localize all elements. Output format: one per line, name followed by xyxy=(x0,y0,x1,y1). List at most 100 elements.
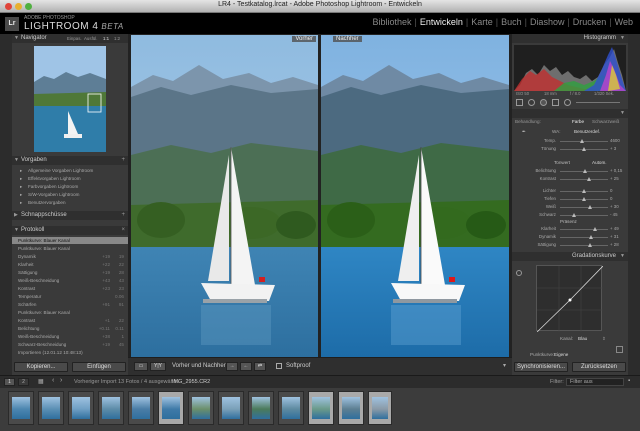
slider-knob[interactable] xyxy=(579,139,584,143)
history-header[interactable]: ▼ Protokoll × xyxy=(12,226,128,235)
slider-knob[interactable] xyxy=(586,177,591,181)
history-row[interactable]: Klarheit +22 22 xyxy=(12,261,128,268)
tone-curve-header[interactable]: Gradationskurve ▼ xyxy=(512,252,628,261)
channel-dropdown-icon[interactable]: ⇕ xyxy=(602,336,606,342)
basic-header[interactable]: ▼ xyxy=(512,109,628,118)
slider-knob[interactable] xyxy=(582,169,587,173)
slider-knob[interactable] xyxy=(582,197,586,201)
filmstrip-thumbnail[interactable] xyxy=(308,391,334,425)
before-photo[interactable]: Vorher xyxy=(131,35,318,357)
toolbar-menu-icon[interactable]: ▾ xyxy=(503,362,506,369)
page-1-button[interactable]: 1 xyxy=(4,378,15,386)
paste-settings-button[interactable]: Einfügen xyxy=(72,362,126,372)
snapshots-header[interactable]: ▶ Schnappschüsse + xyxy=(12,211,128,220)
history-row[interactable]: Punktkurve: Blauer Kanal xyxy=(12,245,128,252)
history-row[interactable]: Importieren (12.01.12 10:48:13) xyxy=(12,349,128,356)
navigator-header[interactable]: ▼ Navigator Einpas. Ausfül. 1:1 1:2 xyxy=(12,34,128,43)
preset-folder[interactable]: ▸ Benutzervorgaben xyxy=(12,199,128,206)
tone-curve-graph[interactable] xyxy=(536,265,604,333)
source-label[interactable]: Vorheriger Import xyxy=(74,379,117,385)
slider-value[interactable]: + 31 xyxy=(610,234,619,239)
filmstrip-thumbnail[interactable] xyxy=(8,391,34,425)
forward-arrow-icon[interactable]: › xyxy=(60,377,62,384)
slider-value[interactable]: 0 xyxy=(610,188,612,193)
red-eye-icon[interactable] xyxy=(540,99,547,106)
filmstrip-thumbnail[interactable] xyxy=(68,391,94,425)
slider-knob[interactable] xyxy=(572,213,577,217)
module-entwickeln[interactable]: Entwickeln xyxy=(417,17,466,27)
slider-value[interactable]: + 28 xyxy=(610,242,619,247)
slider-value[interactable]: + 49 xyxy=(610,226,619,231)
histogram[interactable] xyxy=(514,45,626,91)
module-diashow[interactable]: Diashow xyxy=(527,17,568,27)
filmstrip-thumbnail[interactable] xyxy=(38,391,64,425)
slider-track[interactable] xyxy=(560,227,608,231)
module-web[interactable]: Web xyxy=(612,17,636,27)
slider-knob[interactable] xyxy=(582,189,586,193)
slider-track[interactable] xyxy=(560,213,608,217)
history-row[interactable]: Weiß-Beschneidung +43 43 xyxy=(12,277,128,284)
crop-tool-icon[interactable] xyxy=(516,99,523,106)
synchronize-button[interactable]: Synchronisieren... xyxy=(514,362,568,372)
slider-track[interactable] xyxy=(560,169,608,173)
filmstrip-thumbnail[interactable] xyxy=(158,391,184,425)
clear-history-icon[interactable]: × xyxy=(121,226,125,235)
zoom-1-2[interactable]: 1:2 xyxy=(114,34,120,43)
slider-value[interactable]: + 3 xyxy=(610,146,616,151)
wb-select[interactable]: Benutzerdef. xyxy=(574,129,600,134)
slider-value[interactable]: 0 xyxy=(610,196,612,201)
preset-folder[interactable]: ▸ Allgemeine Vorgaben Lightroom xyxy=(12,167,128,174)
brush-slider[interactable] xyxy=(576,102,620,103)
module-bibliothek[interactable]: Bibliothek xyxy=(369,17,414,27)
module-buch[interactable]: Buch xyxy=(498,17,525,27)
graduated-filter-icon[interactable] xyxy=(552,99,559,106)
slider-track[interactable] xyxy=(560,197,608,201)
slider-knob[interactable] xyxy=(592,227,597,231)
zoom-fit[interactable]: Einpas. xyxy=(67,34,82,43)
history-row[interactable]: Schärfen +91 91 xyxy=(12,301,128,308)
auto-tone-button[interactable]: Autom. xyxy=(592,160,607,165)
slider-value[interactable]: + 0,15 xyxy=(610,168,622,173)
navigator-preview[interactable] xyxy=(34,46,106,152)
history-row[interactable]: Sättigung +19 28 xyxy=(12,269,128,276)
loupe-view-button[interactable]: ▭ xyxy=(134,362,148,371)
history-row[interactable]: Temperatur 0.06 xyxy=(12,293,128,300)
treatment-bw[interactable]: Schwarzweiß xyxy=(592,119,619,124)
preset-folder[interactable]: ▸ S/W-Vorgaben Lightroom xyxy=(12,191,128,198)
page-2-button[interactable]: 2 xyxy=(18,378,29,386)
spot-removal-icon[interactable] xyxy=(528,99,535,106)
history-row[interactable]: Kontrast +23 23 xyxy=(12,285,128,292)
history-row[interactable]: Punktkurve: Blauer Kanal xyxy=(12,309,128,316)
current-file[interactable]: IMG_2955.CR2 xyxy=(172,379,210,385)
copy-settings-button[interactable]: Kopieren... xyxy=(14,362,68,372)
slider-track[interactable] xyxy=(560,243,608,247)
copy-after-to-before-button[interactable]: ← xyxy=(240,362,252,371)
back-arrow-icon[interactable]: ‹ xyxy=(52,377,54,384)
after-photo[interactable]: Nachher xyxy=(321,35,509,357)
before-after-view-button[interactable]: Y|Y xyxy=(150,362,166,371)
filmstrip-thumbnail[interactable] xyxy=(188,391,214,425)
zoom-fill[interactable]: Ausfül. xyxy=(84,34,97,43)
preset-folder[interactable]: ▸ Effektvorgaben Lightroom xyxy=(12,175,128,182)
filmstrip-thumbnail[interactable] xyxy=(368,391,392,425)
slider-knob[interactable] xyxy=(587,205,592,209)
history-row[interactable]: Dynamik +19 19 xyxy=(12,253,128,260)
history-row[interactable]: Weiß-Beschneidung +38 1 xyxy=(12,333,128,340)
left-panel-edge[interactable] xyxy=(0,34,12,375)
softproof-checkbox[interactable] xyxy=(276,363,282,369)
slider-value[interactable]: + 30 xyxy=(610,204,619,209)
slider-track[interactable] xyxy=(560,235,608,239)
targeted-adjustment-icon[interactable] xyxy=(516,270,522,276)
radial-filter-icon[interactable] xyxy=(564,99,571,106)
slider-value[interactable]: 4600 xyxy=(610,138,620,143)
swap-before-after-button[interactable]: ⇄ xyxy=(254,362,266,371)
right-panel-edge[interactable] xyxy=(628,34,640,375)
history-row[interactable]: Belichtung +0.11 0.11 xyxy=(12,325,128,332)
presets-header[interactable]: ▼ Vorgaben + xyxy=(12,156,128,165)
slider-knob[interactable] xyxy=(587,243,592,247)
filmstrip-thumbnail[interactable] xyxy=(98,391,124,425)
filter-select[interactable]: Filter aus xyxy=(566,378,624,386)
slider-knob[interactable] xyxy=(588,235,593,239)
module-karte[interactable]: Karte xyxy=(468,17,496,27)
treatment-color[interactable]: Farbe xyxy=(572,119,584,124)
